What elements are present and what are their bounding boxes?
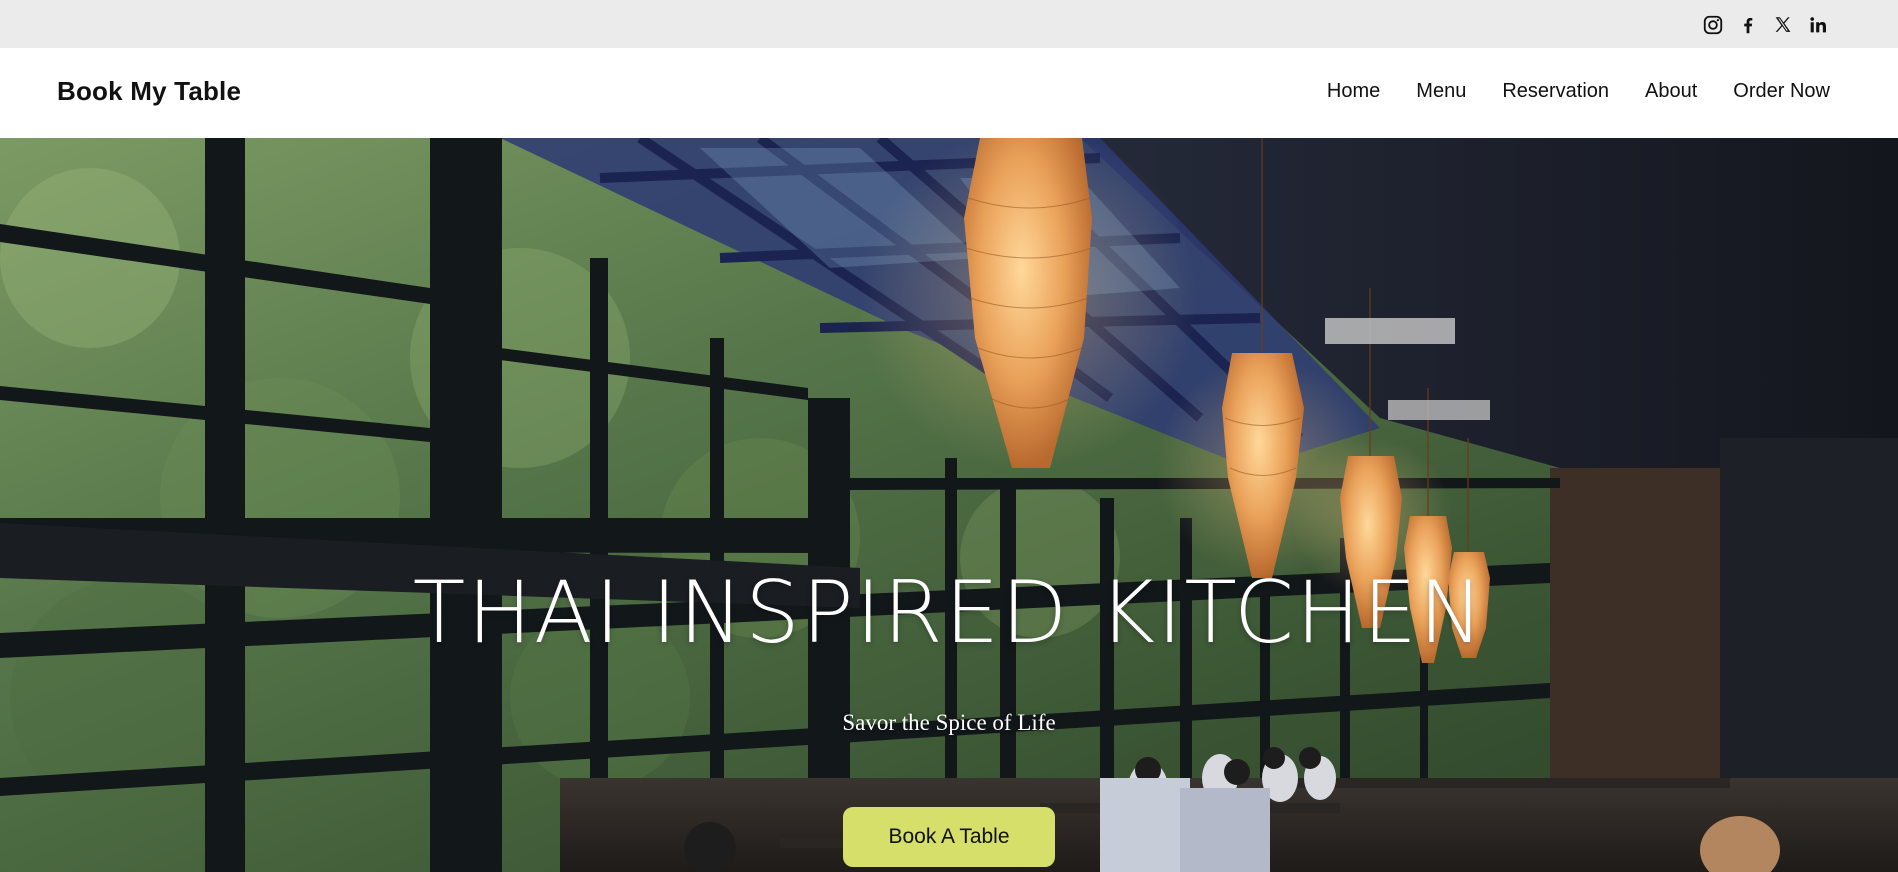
hero-subtitle: Savor the Spice of Life bbox=[842, 710, 1056, 735]
instagram-link[interactable] bbox=[1700, 12, 1725, 37]
hero-section: THAI INSPIRED KITCHEN Savor the Spice of… bbox=[0, 138, 1898, 872]
social-links bbox=[1700, 12, 1830, 37]
nav-menu[interactable]: Menu bbox=[1416, 80, 1466, 103]
x-link[interactable] bbox=[1770, 12, 1795, 37]
social-bar bbox=[0, 0, 1898, 48]
book-a-table-button[interactable]: Book A Table bbox=[843, 807, 1055, 867]
main-nav: Home Menu Reservation About Order Now bbox=[1291, 80, 1830, 103]
instagram-icon bbox=[1703, 15, 1722, 34]
hero-title: THAI INSPIRED KITCHEN bbox=[412, 563, 1486, 663]
nav-order-now[interactable]: Order Now bbox=[1733, 80, 1830, 103]
linkedin-icon bbox=[1809, 16, 1826, 32]
hero-background-image bbox=[0, 138, 1898, 872]
x-icon bbox=[1775, 16, 1790, 32]
site-header: Book My Table Home Menu Reservation Abou… bbox=[0, 48, 1898, 138]
linkedin-link[interactable] bbox=[1805, 12, 1830, 37]
nav-home[interactable]: Home bbox=[1327, 80, 1380, 103]
facebook-link[interactable] bbox=[1735, 12, 1760, 37]
nav-about[interactable]: About bbox=[1645, 80, 1697, 103]
site-logo-text[interactable]: Book My Table bbox=[57, 76, 241, 107]
nav-reservation[interactable]: Reservation bbox=[1502, 80, 1609, 103]
facebook-icon bbox=[1743, 17, 1752, 33]
